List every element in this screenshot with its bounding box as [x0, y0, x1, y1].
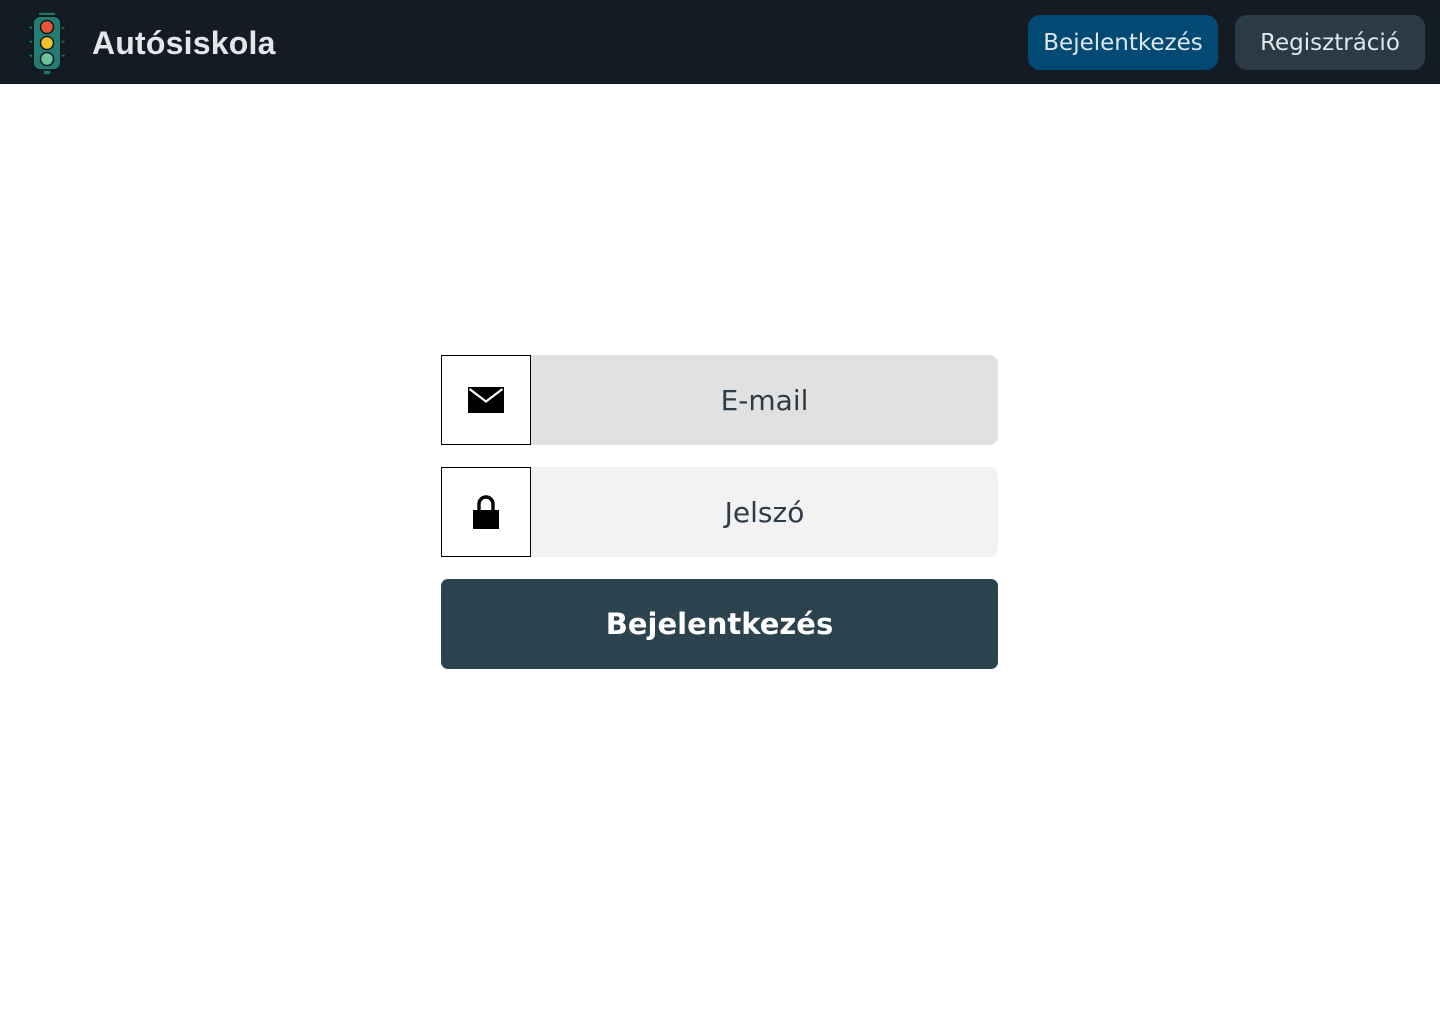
password-field-group — [441, 467, 998, 557]
password-icon-box — [441, 467, 531, 557]
password-input[interactable] — [531, 467, 998, 557]
brand[interactable]: Autósiskola — [18, 10, 276, 76]
email-input[interactable] — [531, 355, 998, 445]
lock-icon — [473, 495, 499, 529]
nav-register-button[interactable]: Regisztráció — [1235, 15, 1425, 70]
traffic-light-icon — [23, 11, 71, 76]
nav-login-button[interactable]: Bejelentkezés — [1028, 15, 1218, 70]
login-form: Bejelentkezés — [441, 355, 998, 669]
app-title: Autósiskola — [92, 24, 276, 61]
email-icon-box — [441, 355, 531, 445]
login-submit-button[interactable]: Bejelentkezés — [441, 579, 998, 669]
top-navbar: Autósiskola Bejelentkezés Regisztráció — [0, 0, 1440, 84]
email-field-group — [441, 355, 998, 445]
envelope-icon — [468, 387, 504, 413]
